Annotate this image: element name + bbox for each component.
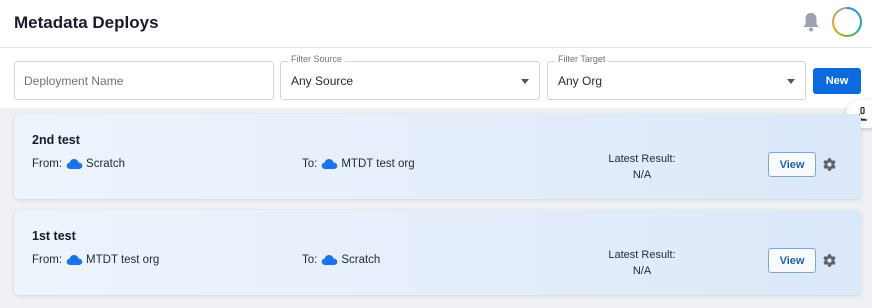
deploy-to: To: MTDT test org [302,158,415,170]
latest-result-label: Latest Result: [608,153,676,165]
chevron-down-icon [787,79,795,84]
latest-result-label: Latest Result: [608,249,676,261]
deploy-card: 1st test From: MTDT test org To: Scratch… [14,210,861,295]
latest-result-value: N/A [632,265,652,277]
deploy-card: 2nd test From: Scratch To: MTDT test org… [14,114,861,199]
latest-result: Latest Result: N/A [598,151,686,183]
new-button[interactable]: New [813,68,861,94]
from-label: From: [32,158,63,170]
filter-source-select[interactable]: Filter Source Any Source [280,54,540,100]
app-header: Metadata Deploys [0,0,872,48]
view-button[interactable]: View [768,152,816,177]
filter-target-label: Filter Target [555,54,609,64]
cloud-icon [322,255,338,265]
deploy-name: 1st test [32,229,76,243]
cloud-icon [322,159,338,169]
cloud-icon [66,255,83,265]
deploy-from: From: MTDT test org [32,254,159,266]
to-org: MTDT test org [341,158,415,170]
filter-source-label: Filter Source [288,54,346,64]
from-org: Scratch [86,158,126,170]
filter-source-value: Any Source [291,74,354,88]
to-label: To: [302,158,318,170]
view-button[interactable]: View [768,248,816,273]
deploy-to: To: Scratch [302,254,380,266]
deploy-name: 2nd test [32,133,80,147]
latest-result-value: N/A [632,169,652,181]
filter-target-select[interactable]: Filter Target Any Org [547,54,806,100]
to-org: Scratch [341,254,381,266]
chevron-down-icon [521,79,529,84]
deployment-name-field[interactable] [14,61,274,100]
gear-icon[interactable] [822,253,837,268]
from-label: From: [32,254,63,266]
deploy-from: From: Scratch [32,158,125,170]
from-org: MTDT test org [86,254,160,266]
cloud-icon [66,159,83,169]
deployment-name-input[interactable] [15,62,273,99]
page-title: Metadata Deploys [14,13,159,32]
avatar-icon[interactable] [832,7,862,37]
gear-icon[interactable] [822,157,837,172]
bell-icon[interactable] [802,12,820,32]
filter-bar: Filter Source Any Source Filter Target A… [0,48,872,108]
to-label: To: [302,254,318,266]
filter-target-value: Any Org [558,74,603,88]
latest-result: Latest Result: N/A [598,247,686,279]
